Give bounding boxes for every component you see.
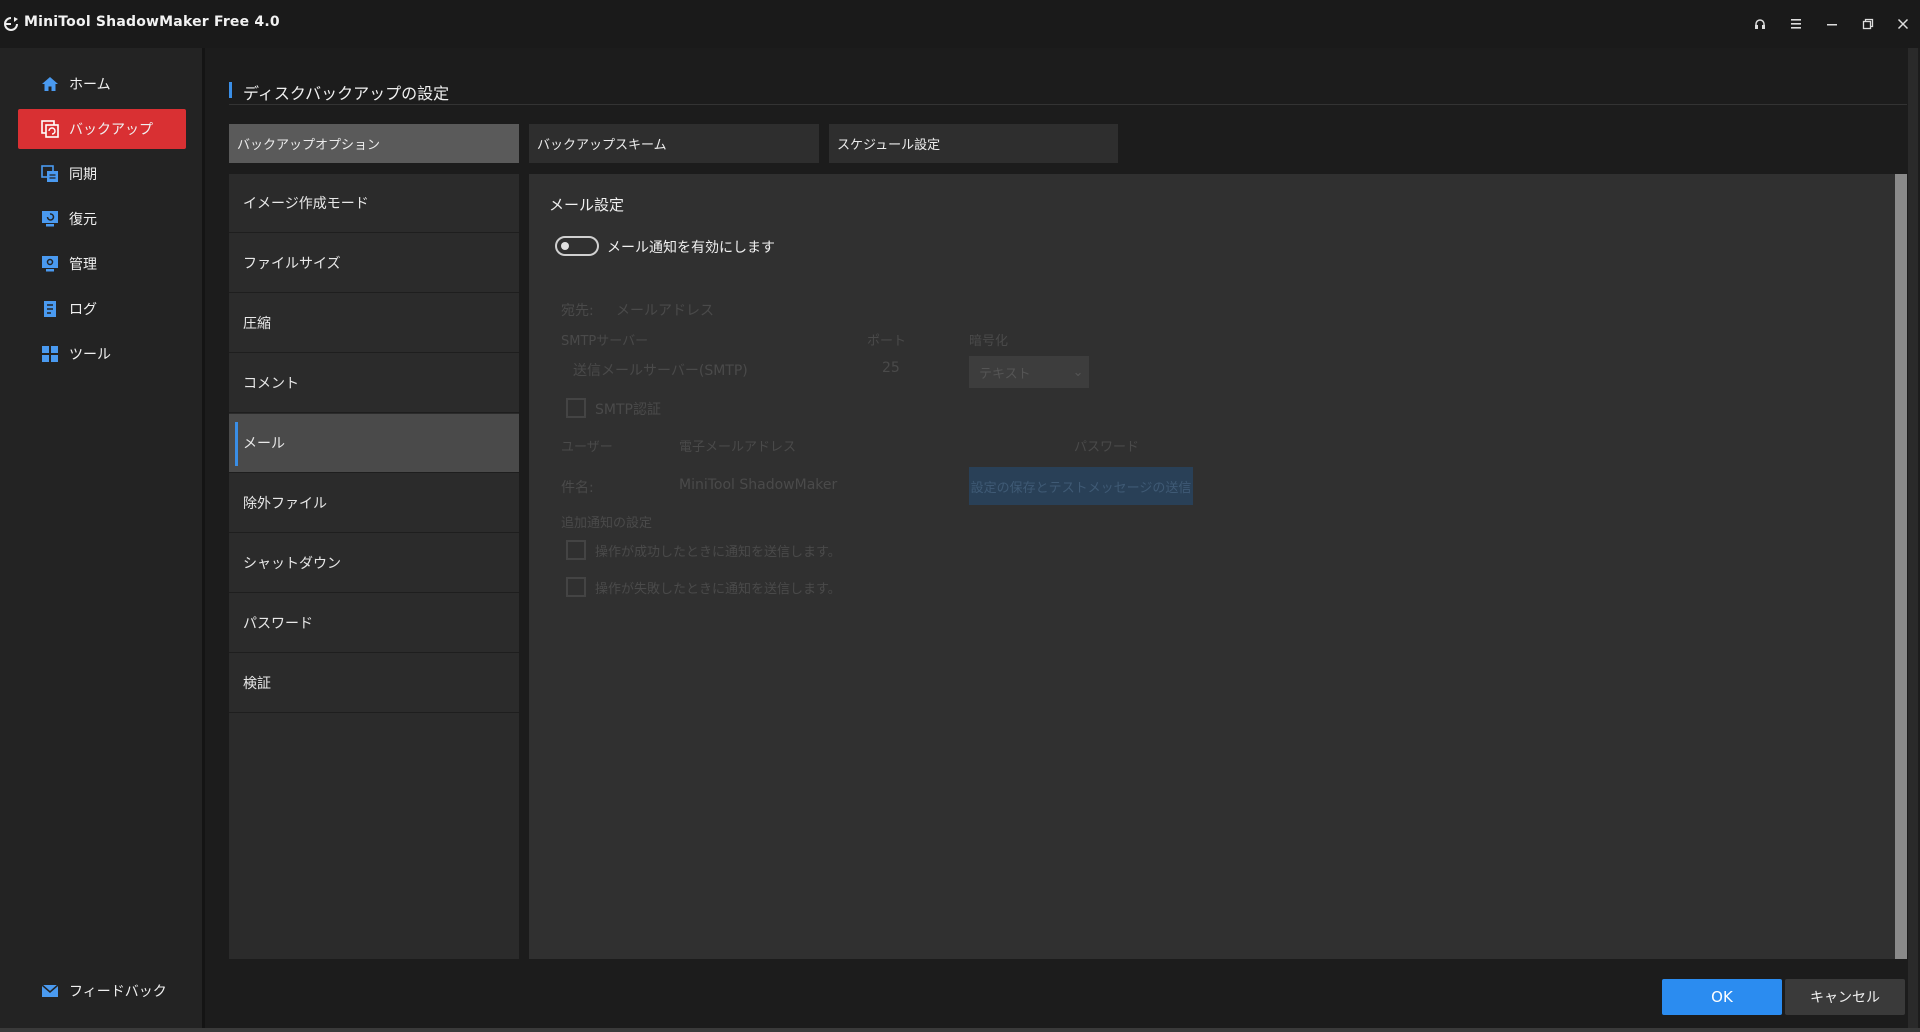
menu-icon[interactable]	[1784, 14, 1808, 34]
section-title: メール設定	[549, 196, 625, 214]
option-compression[interactable]: 圧縮	[229, 294, 519, 353]
tab-backup-options[interactable]: バックアップオプション	[229, 124, 519, 163]
encrypt-select-value: テキスト	[979, 366, 1031, 382]
tab-schedule[interactable]: スケジュール設定	[829, 124, 1118, 163]
main-content: ディスクバックアップの設定 バックアップオプション バックアップスキーム スケジ…	[205, 48, 1920, 1028]
email-notify-toggle[interactable]	[555, 236, 599, 256]
option-verify[interactable]: 検証	[229, 654, 519, 713]
sidebar-item-label: 復元	[69, 212, 97, 228]
option-password[interactable]: パスワード	[229, 594, 519, 653]
subject-label: 件名:	[561, 480, 594, 496]
option-shutdown[interactable]: シャットダウン	[229, 534, 519, 593]
email-notify-label: メール通知を有効にします	[607, 240, 775, 256]
port-input[interactable]: 25	[882, 360, 900, 376]
encrypt-select[interactable]: テキスト ⌄	[969, 356, 1089, 388]
smtp-input[interactable]: 送信メールサーバー(SMTP)	[573, 360, 748, 380]
chevron-down-icon: ⌄	[1072, 364, 1084, 380]
user-label: ユーザー	[561, 440, 613, 455]
notify-success-checkbox[interactable]	[566, 540, 586, 560]
restore-icon[interactable]	[1856, 14, 1880, 34]
option-email[interactable]: メール	[229, 414, 519, 473]
option-list: イメージ作成モード ファイルサイズ 圧縮 コメント メール 除外ファイル シャッ…	[229, 174, 519, 959]
sidebar-item-label: 同期	[69, 167, 97, 183]
subject-input[interactable]: MiniTool ShadowMaker	[679, 477, 837, 493]
tools-icon	[40, 344, 60, 364]
close-icon[interactable]	[1891, 14, 1915, 34]
minimize-icon[interactable]	[1820, 14, 1844, 34]
smtp-label: SMTPサーバー	[561, 334, 649, 349]
panel-scrollbar[interactable]	[1895, 174, 1907, 959]
title-accent	[229, 82, 232, 98]
feedback-button[interactable]: フィードバック	[18, 971, 186, 1011]
sync-icon	[40, 164, 60, 184]
feedback-label: フィードバック	[69, 984, 167, 1000]
ok-button[interactable]: OK	[1662, 979, 1782, 1015]
headset-icon[interactable]	[1748, 14, 1772, 34]
sidebar-item-label: ログ	[69, 302, 97, 318]
backup-icon	[40, 119, 60, 139]
main-scrollbar[interactable]	[1908, 48, 1918, 1028]
encrypt-label: 暗号化	[969, 334, 1009, 349]
sidebar-item-tools[interactable]: ツール	[18, 334, 186, 374]
mail-icon	[40, 981, 60, 1001]
option-comment[interactable]: コメント	[229, 354, 519, 413]
app-logo-icon	[4, 17, 18, 31]
smtp-auth-checkbox[interactable]	[566, 398, 586, 418]
sidebar-item-label: バックアップ	[69, 122, 153, 138]
additional-label: 追加通知の設定	[561, 516, 653, 531]
password-input[interactable]: パスワード	[1074, 436, 1139, 455]
sidebar-item-restore[interactable]: 復元	[18, 199, 186, 239]
port-label: ポート	[867, 334, 907, 349]
option-file-size[interactable]: ファイルサイズ	[229, 234, 519, 293]
option-image-mode[interactable]: イメージ作成モード	[229, 174, 519, 233]
to-input[interactable]: メールアドレス	[616, 300, 714, 320]
sidebar: ホーム バックアップ 同期 復元 管理 ログ ツール フィードバック	[0, 48, 202, 1028]
title-divider	[229, 104, 1907, 105]
page-title: ディスクバックアップの設定	[243, 84, 450, 103]
notify-fail-label: 操作が失敗したときに通知を送信します。	[595, 582, 841, 597]
email-settings-panel: メール設定 メール通知を有効にします 宛先: メールアドレス SMTPサーバー …	[529, 174, 1907, 959]
sidebar-item-label: 管理	[69, 257, 97, 273]
save-test-button[interactable]: 設定の保存とテストメッセージの送信	[969, 467, 1193, 505]
sidebar-item-manage[interactable]: 管理	[18, 244, 186, 284]
sidebar-item-label: ツール	[69, 347, 111, 363]
to-label: 宛先:	[561, 303, 594, 319]
manage-icon	[40, 254, 60, 274]
tab-backup-scheme[interactable]: バックアップスキーム	[529, 124, 819, 163]
restore-icon	[40, 209, 60, 229]
option-exclude-files[interactable]: 除外ファイル	[229, 474, 519, 533]
home-icon	[40, 74, 60, 94]
user-input[interactable]: 電子メールアドレス	[679, 436, 796, 455]
notify-fail-checkbox[interactable]	[566, 577, 586, 597]
smtp-auth-label: SMTP認証	[595, 402, 661, 418]
notify-success-label: 操作が成功したときに通知を送信します。	[595, 545, 841, 560]
sidebar-item-backup[interactable]: バックアップ	[18, 109, 186, 149]
sidebar-item-label: ホーム	[69, 77, 111, 93]
sidebar-item-log[interactable]: ログ	[18, 289, 186, 329]
log-icon	[40, 299, 60, 319]
sidebar-item-sync[interactable]: 同期	[18, 154, 186, 194]
sidebar-item-home[interactable]: ホーム	[18, 64, 186, 104]
window-bottom-edge	[0, 1028, 1920, 1032]
app-title: MiniTool ShadowMaker Free 4.0	[24, 14, 280, 30]
cancel-button[interactable]: キャンセル	[1785, 979, 1905, 1015]
title-bar: MiniTool ShadowMaker Free 4.0	[0, 0, 1920, 48]
